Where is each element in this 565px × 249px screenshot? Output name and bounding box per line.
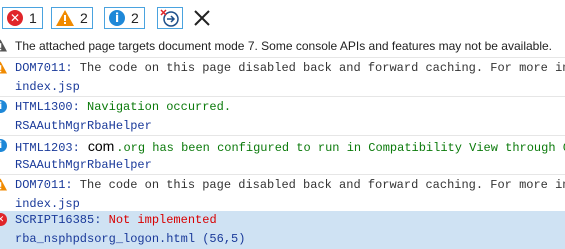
warnings-count: 2 <box>80 10 88 26</box>
message-body: The code on this page disabled back and … <box>72 61 565 75</box>
warning-icon <box>0 178 7 191</box>
message-domain: com <box>87 138 115 154</box>
message-source[interactable]: rba_nsphpdsorg_logon.html (56,5) <box>0 230 565 249</box>
clear-console-button[interactable] <box>193 9 211 27</box>
divider <box>0 96 565 97</box>
message-body: The code on this page disabled back and … <box>72 178 565 192</box>
console-message[interactable]: The attached page targets document mode … <box>0 37 565 56</box>
warning-icon <box>56 10 74 26</box>
message-source[interactable]: index.jsp <box>0 78 565 97</box>
warnings-filter-button[interactable]: 2 <box>51 7 93 29</box>
message-code: HTML1203: <box>15 141 80 155</box>
error-icon: ✕ <box>7 10 23 26</box>
console-message[interactable]: i HTML1203: com .org has been configured t… <box>0 137 565 156</box>
info-icon: i <box>109 10 125 26</box>
source-link[interactable]: index.jsp <box>15 79 80 95</box>
divider <box>0 135 565 136</box>
message-text: The attached page targets document mode … <box>15 39 552 53</box>
message-body: Navigation occurred. <box>79 100 232 114</box>
source-link[interactable]: RSAAuthMgrRbaHelper <box>15 157 152 173</box>
message-source[interactable]: RSAAuthMgrRbaHelper <box>0 117 565 136</box>
message-source[interactable]: RSAAuthMgrRbaHelper <box>0 156 565 175</box>
console-message[interactable]: DOM7011: The code on this page disabled … <box>0 59 565 78</box>
info-icon: i <box>0 139 7 152</box>
divider <box>0 174 565 175</box>
message-body: Not implemented <box>101 213 217 227</box>
message-code: SCRIPT16385: <box>15 213 102 227</box>
close-icon <box>194 10 210 26</box>
message-text: DOM7011: The code on this page disabled … <box>15 177 565 193</box>
source-link[interactable]: rba_nsphpdsorg_logon.html (56,5) <box>15 231 245 247</box>
warning-gray-icon <box>0 39 7 52</box>
message-code: DOM7011: <box>15 178 73 192</box>
message-text: HTML1300: Navigation occurred. <box>15 99 231 115</box>
clear-on-navigate-icon <box>160 9 179 27</box>
message-text: SCRIPT16385: Not implemented <box>15 212 217 228</box>
clear-on-navigate-button[interactable] <box>157 7 183 29</box>
warning-icon <box>0 61 7 74</box>
errors-filter-button[interactable]: ✕ 1 <box>2 7 43 29</box>
console-message-selected[interactable]: ✕ SCRIPT16385: Not implemented <box>0 211 565 230</box>
message-code: HTML1300: <box>15 100 80 114</box>
messages-count: 2 <box>131 10 139 26</box>
console-message[interactable]: i HTML1300: Navigation occurred. <box>0 98 565 117</box>
console-message[interactable]: DOM7011: The code on this page disabled … <box>0 176 565 195</box>
source-link[interactable]: index.jsp <box>15 196 80 212</box>
divider <box>0 57 565 58</box>
message-code: DOM7011: <box>15 61 73 75</box>
errors-count: 1 <box>29 10 37 26</box>
message-text: DOM7011: The code on this page disabled … <box>15 60 565 76</box>
messages-filter-button[interactable]: i 2 <box>104 7 145 29</box>
message-text: HTML1203: com .org has been configured to … <box>15 138 565 156</box>
console-toolbar: ✕ 1 2 i 2 <box>0 0 565 34</box>
error-icon: ✕ <box>0 213 7 226</box>
source-link[interactable]: RSAAuthMgrRbaHelper <box>15 118 152 134</box>
info-icon: i <box>0 100 7 113</box>
message-body: .org has been configured to run in Compa… <box>116 141 565 155</box>
